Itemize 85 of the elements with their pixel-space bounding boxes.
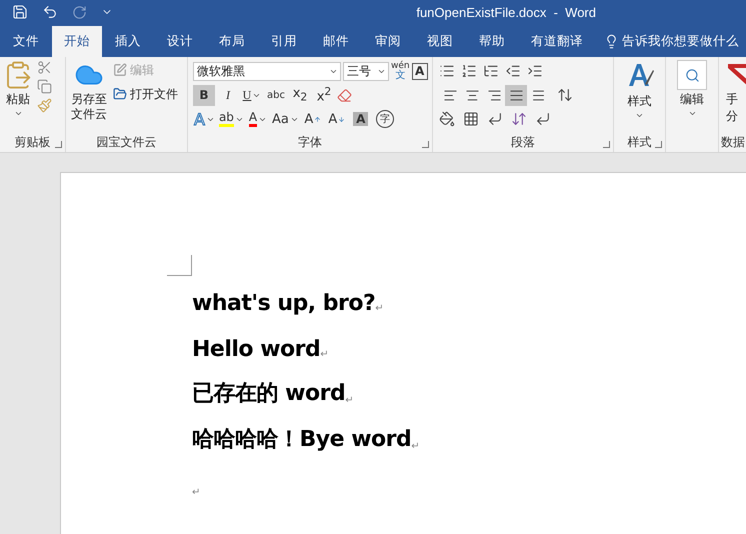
ribbon-tab[interactable]: 插入 [102,26,154,57]
format-button[interactable]: 字 [374,108,396,130]
increase-indent-icon[interactable] [527,63,543,79]
format-button[interactable]: A [326,108,348,130]
format-button[interactable]: U [241,84,263,106]
font-name-field[interactable]: 微软雅黑 [193,62,341,80]
format-button[interactable]: A [246,108,269,130]
open-file-button[interactable]: 打开文件 [113,84,178,104]
ribbon-tab[interactable]: 开始 [52,26,102,57]
pencil-icon [113,63,127,77]
multilevel-list-icon[interactable] [483,63,499,79]
show-marks-icon[interactable] [535,111,551,127]
arrow-down-icon [338,116,346,122]
format-button[interactable]: I [217,84,239,106]
paragraph-text: 哈哈哈哈！Bye word [192,426,412,454]
paragraph-mark: ↵ [345,395,354,406]
shading-icon[interactable] [439,111,455,127]
paragraph-text: Hello word [192,337,320,362]
editing-button[interactable]: 编辑 [677,60,707,152]
redo-icon[interactable] [72,4,87,20]
data-button[interactable]: 手 分 [722,60,746,134]
ribbon-tab[interactable]: 邮件 [310,26,362,57]
decrease-indent-icon[interactable] [505,63,521,79]
tell-me-search[interactable]: 告诉我你想要做什么 [622,33,739,50]
group-label: 数据 [721,134,746,151]
group-label: 剪贴板 [14,134,52,151]
launcher-icon[interactable] [655,141,662,148]
paste-button[interactable]: 粘贴 [3,60,33,134]
format-button[interactable]: A [302,108,324,130]
ribbon-tab[interactable]: 布局 [206,26,258,57]
eraser-icon[interactable] [337,88,352,102]
ribbon-tab[interactable]: 视图 [414,26,466,57]
ribbon-tab[interactable]: 有道翻译 [518,26,596,57]
align-button[interactable] [505,84,527,106]
caret-icon [14,109,22,118]
cut-icon[interactable] [37,60,52,75]
format-button[interactable]: Aa [270,108,300,130]
ribbon-tab[interactable]: 引用 [258,26,310,57]
paragraph-text: what's up, bro? [192,291,376,316]
format-button[interactable]: A [350,108,372,130]
ribbon-tab[interactable]: 帮助 [466,26,518,57]
align-icon [508,88,524,102]
phonetic-guide-button[interactable]: wén 文 [391,62,410,80]
align-icon [486,88,502,102]
ribbon-tab[interactable]: 审阅 [362,26,414,57]
search-icon [684,68,700,82]
undo-icon[interactable] [42,4,58,20]
sort-icon[interactable] [511,111,527,127]
numbering-icon[interactable] [461,63,477,79]
paragraph-mark: ↵ [411,441,420,452]
window-title: funOpenExistFile.docx - Word [416,4,596,20]
caret-icon [688,109,696,118]
styles-button[interactable]: 样式 [624,60,654,134]
paragraph-mark: ↵ [375,303,384,314]
format-button[interactable]: abc [265,84,287,106]
format-button[interactable]: ab [218,108,245,130]
font-size-field[interactable]: 三号 [343,62,389,80]
line-spacing-icon[interactable] [557,87,573,103]
ribbon-tab[interactable]: 设计 [154,26,206,57]
folder-icon [113,87,127,101]
format-button[interactable]: B [193,84,215,106]
launcher-icon[interactable] [603,141,610,148]
copy-icon[interactable] [37,79,52,94]
format-button[interactable]: x$_{2}$ [289,84,311,106]
borders-icon[interactable] [463,111,479,127]
launcher-icon[interactable] [422,141,429,148]
ribbon-tab[interactable]: 文件 [0,26,52,57]
arrow-up-icon [314,116,322,122]
group-label: 园宝文件云 [96,134,158,151]
format-button[interactable]: x$^{2}$ [313,84,335,106]
crop-mark [167,255,192,276]
group-label: 字体 [297,134,323,151]
launcher-icon[interactable] [55,141,62,148]
align-icon [464,88,480,102]
character-border-button[interactable]: A [412,62,428,80]
paragraph-mark: ↵ [320,349,328,360]
caret-icon [635,111,644,120]
save-icon[interactable] [12,4,28,20]
group-label: 样式 [626,134,652,151]
align-icon [530,88,546,102]
align-icon [442,88,458,102]
group-label: 段落 [510,134,536,151]
paragraph-text: 已存在的 word [192,380,346,408]
paragraph-mark: ↵ [192,487,200,498]
save-to-cloud-button[interactable]: 另存至文件云 [69,60,109,134]
